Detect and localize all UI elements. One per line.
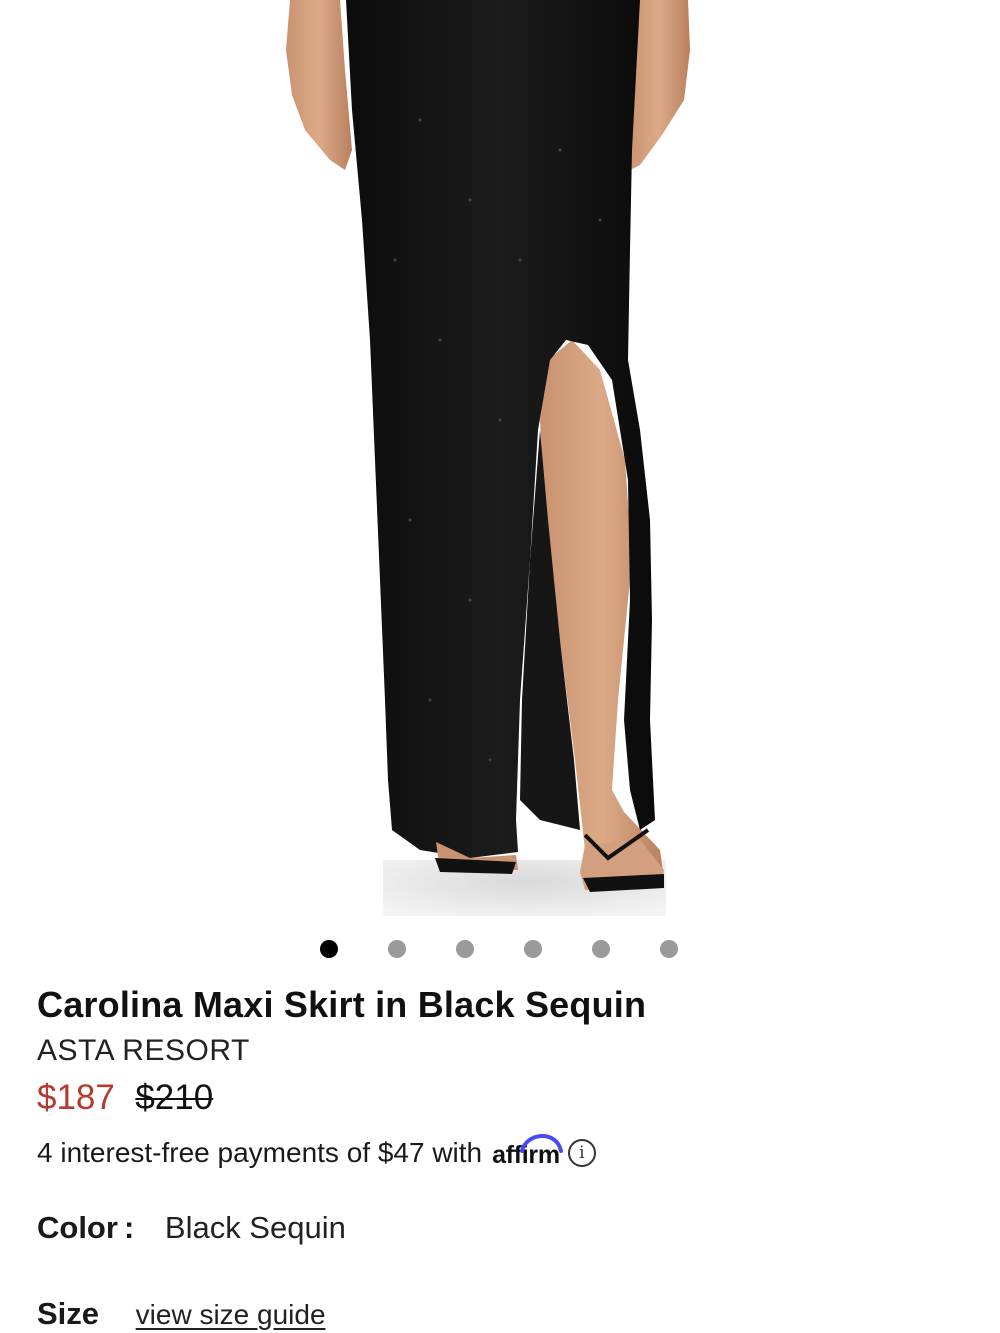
carousel-dot-2[interactable] bbox=[388, 940, 406, 958]
image-carousel-dots bbox=[0, 938, 1000, 960]
original-price: $210 bbox=[135, 1078, 214, 1117]
carousel-dot-6[interactable] bbox=[660, 940, 678, 958]
color-selector: Color: Black Sequin bbox=[37, 1210, 346, 1246]
carousel-dot-1[interactable] bbox=[320, 940, 338, 958]
price-row: $187 $210 bbox=[37, 1078, 213, 1118]
affirm-financing: 4 interest-free payments of $47 with aff… bbox=[37, 1133, 596, 1170]
affirm-logo[interactable]: affirm bbox=[492, 1133, 564, 1170]
color-colon: : bbox=[123, 1210, 135, 1245]
product-title: Carolina Maxi Skirt in Black Sequin bbox=[37, 984, 647, 1025]
carousel-dot-5[interactable] bbox=[592, 940, 610, 958]
color-value: Black Sequin bbox=[164, 1210, 346, 1245]
skirt-illustration bbox=[286, 0, 690, 916]
affirm-text: 4 interest-free payments of $47 with bbox=[37, 1137, 483, 1168]
brand-name[interactable]: ASTA RESORT bbox=[37, 1034, 250, 1068]
affirm-arc-icon bbox=[520, 1133, 564, 1153]
sale-price: $187 bbox=[37, 1078, 115, 1117]
size-selector: Size view size guide bbox=[37, 1296, 326, 1332]
size-guide-link[interactable]: view size guide bbox=[136, 1299, 326, 1330]
carousel-dot-4[interactable] bbox=[524, 940, 542, 958]
product-image[interactable] bbox=[0, 0, 1000, 920]
color-label: Color bbox=[37, 1210, 118, 1245]
info-icon[interactable]: i bbox=[567, 1139, 596, 1167]
size-label: Size bbox=[37, 1296, 100, 1331]
carousel-dot-3[interactable] bbox=[456, 940, 474, 958]
